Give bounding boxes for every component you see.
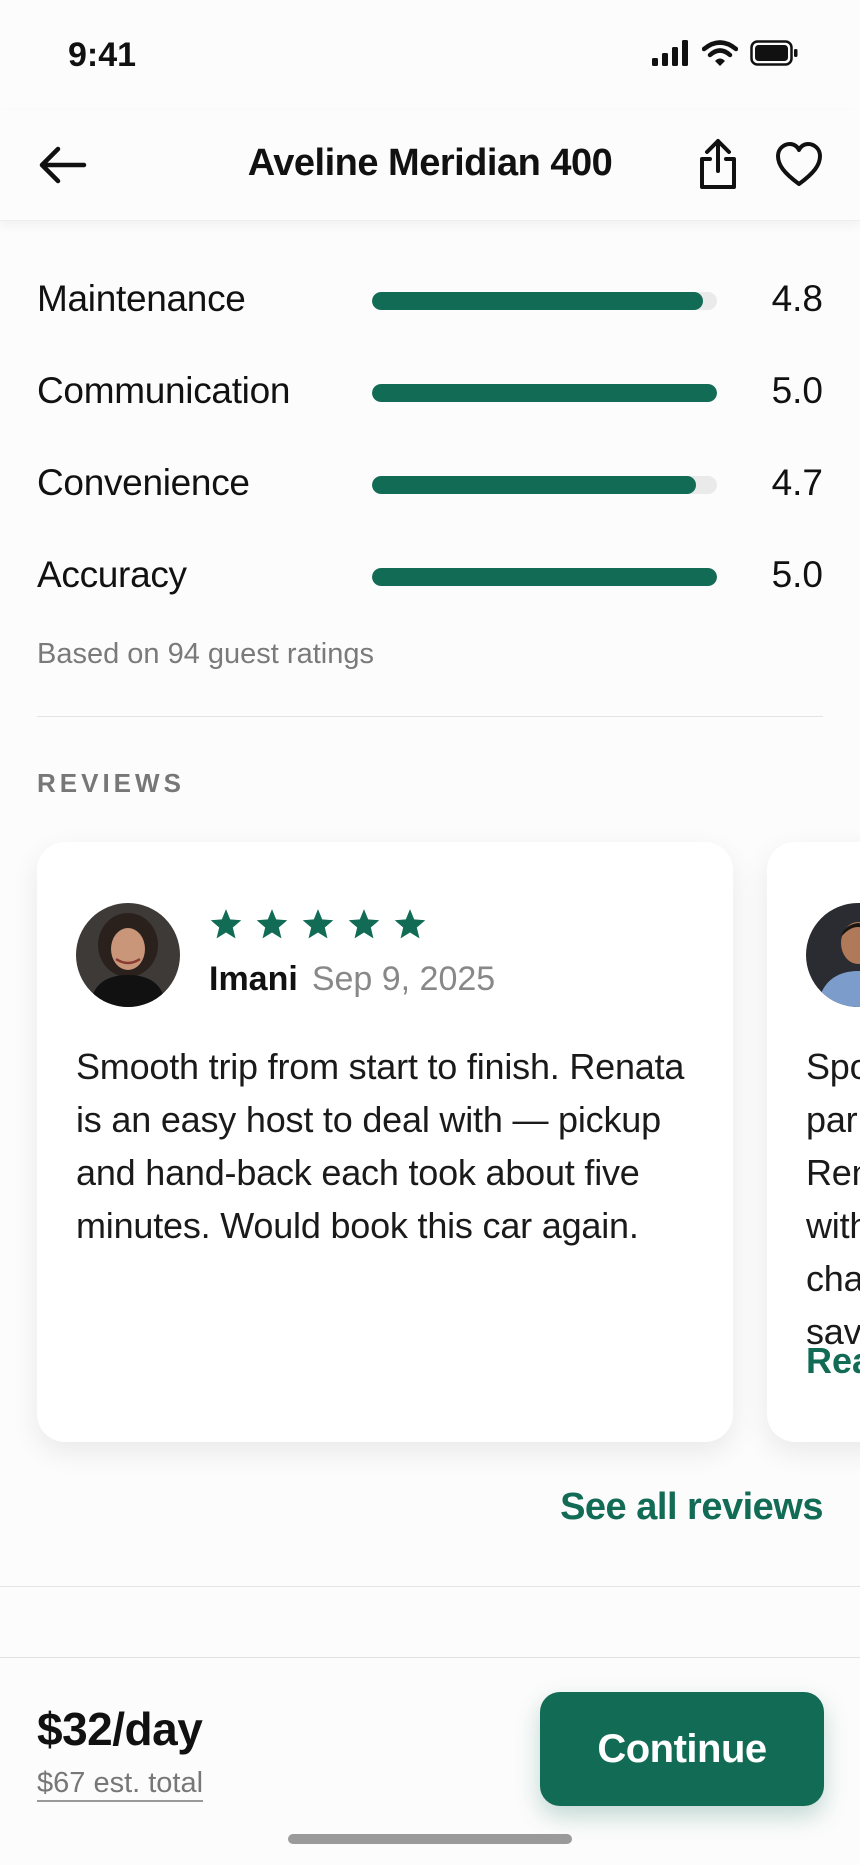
reviewer-photo-icon: [806, 903, 860, 1007]
divider: [37, 716, 823, 717]
rating-bar-fill: [372, 476, 697, 494]
star-icon: [302, 909, 334, 939]
review-card[interactable]: Imani Sep 9, 2025 Smooth trip from start …: [37, 842, 733, 1442]
top-nav: Aveline Meridian 400: [0, 110, 860, 221]
rating-row-convenience: Convenience 4.7: [37, 456, 823, 506]
booking-footer: $32/day $67 est. total Continue: [0, 1657, 860, 1865]
favorite-button[interactable]: [774, 140, 824, 190]
rating-label: Convenience: [37, 462, 250, 503]
estimated-total-link[interactable]: $67 est. total: [37, 1766, 204, 1802]
rating-label: Communication: [37, 370, 291, 411]
status-bar: 9:41: [0, 0, 860, 110]
share-button[interactable]: [696, 137, 740, 191]
reviewer-line: Imani Sep 9, 2025: [209, 960, 495, 999]
heart-icon: [776, 142, 822, 186]
rating-row-maintenance: Maintenance 4.8: [37, 272, 823, 322]
rating-row-accuracy: Accuracy 5.0: [37, 548, 823, 598]
review-card[interactable]: SpoparRenwithchasav Rea: [767, 842, 860, 1442]
review-date: Sep 9, 2025: [311, 960, 496, 998]
status-time: 9:41: [68, 36, 137, 74]
signal-icon: [652, 40, 688, 66]
avatar: [76, 903, 180, 1007]
reviews-carousel[interactable]: Imani Sep 9, 2025 Smooth trip from start …: [0, 820, 860, 1475]
battery-icon: [750, 40, 798, 66]
rating-value: 4.7: [771, 462, 823, 503]
rating-value: 5.0: [771, 554, 823, 595]
star-icon: [210, 909, 242, 939]
divider: [0, 1586, 860, 1587]
rating-bar: [372, 568, 717, 586]
review-text-partial: SpoparRenwithchasav: [806, 1040, 860, 1358]
reviewer-photo-icon: [76, 903, 180, 1007]
daily-price: $32/day: [37, 1703, 203, 1755]
review-text-fragment: SpoparRenwithchasav: [806, 1046, 860, 1352]
see-all-reviews-link[interactable]: See all reviews: [560, 1486, 823, 1529]
status-icons: [652, 40, 798, 66]
star-icon: [256, 909, 288, 939]
rating-bar: [372, 476, 717, 494]
rating-bar: [372, 292, 717, 310]
rating-bar: [372, 384, 717, 402]
rating-bar-fill: [372, 384, 717, 402]
ratings-count-note: Based on 94 guest ratings: [37, 638, 374, 670]
read-more-link[interactable]: Rea: [806, 1340, 860, 1382]
rating-row-communication: Communication 5.0: [37, 364, 823, 414]
continue-button[interactable]: Continue: [540, 1692, 824, 1806]
reviews-heading: REVIEWS: [37, 768, 185, 798]
avatar: [806, 903, 860, 1007]
wifi-icon: [702, 40, 738, 66]
home-indicator: [288, 1834, 572, 1844]
review-text: Smooth trip from start to finish. Renata…: [76, 1046, 685, 1246]
star-icon: [348, 909, 380, 939]
rating-label: Accuracy: [37, 554, 187, 595]
reviewer-name: Imani: [209, 960, 298, 998]
rating-value: 4.8: [771, 278, 823, 319]
rating-bar-fill: [372, 568, 717, 586]
rating-label: Maintenance: [37, 278, 246, 319]
rating-value: 5.0: [771, 370, 823, 411]
star-rating: [209, 908, 427, 940]
star-icon: [394, 909, 426, 939]
rating-bar-fill: [372, 292, 704, 310]
share-icon: [700, 139, 736, 189]
